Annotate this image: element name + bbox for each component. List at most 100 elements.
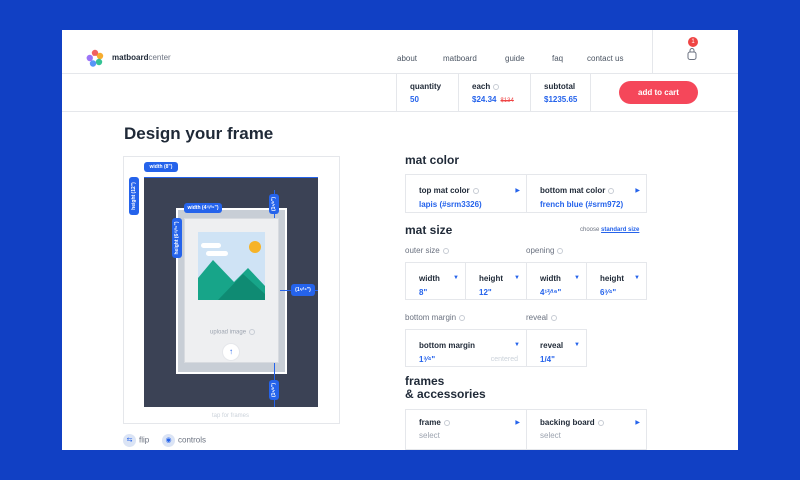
chevron-right-icon: ▶ — [635, 420, 640, 426]
shopping-bag-icon[interactable] — [687, 47, 697, 61]
top-nav: matboardcenter about matboard guide faq … — [62, 30, 738, 74]
margin-bottom-tag[interactable]: (1⁵⁄⁸") — [269, 380, 279, 400]
chevron-down-icon: ▼ — [574, 275, 580, 281]
top-mat-color-select[interactable]: top mat color lapis (#srm3326) ▶ — [406, 175, 527, 212]
outer-height-value: 12" — [479, 288, 492, 297]
bottom-margin-value: 1³⁄⁴" — [419, 355, 436, 364]
nav-matboard[interactable]: matboard — [443, 54, 477, 63]
opening-height-label: height — [600, 274, 624, 283]
info-icon[interactable] — [550, 314, 557, 321]
width-opening-tag[interactable]: width (4¹²⁄¹⁶") — [184, 203, 222, 213]
reveal-value: 1/4" — [540, 355, 555, 364]
brand-name[interactable]: matboardcenter — [112, 53, 171, 62]
info-icon[interactable] — [249, 329, 256, 335]
cart-count-badge: 1 — [688, 37, 698, 47]
opening-height-select[interactable]: height 6³⁄⁴" ▼ — [587, 263, 646, 299]
reveal-select[interactable]: reveal 1/4" ▼ — [527, 330, 586, 366]
backing-board-label: backing board — [540, 418, 604, 427]
upload-image-label: upload image — [210, 329, 256, 336]
outer-width-select[interactable]: width 8" ▼ — [406, 263, 466, 299]
frames-accessories-heading: frames & accessories — [405, 374, 486, 401]
mat-color-heading: mat color — [405, 153, 460, 167]
margin-reveal-box: bottom margin 1³⁄⁴" centered ▼ reveal 1/… — [405, 329, 587, 367]
opening-width-select[interactable]: width 4¹²⁄¹⁶" ▼ — [527, 263, 587, 299]
info-icon[interactable] — [493, 83, 500, 90]
chevron-down-icon: ▼ — [514, 342, 520, 348]
each-cell: each $24.34 $134 — [458, 74, 530, 112]
eye-icon: ◉ — [162, 434, 175, 447]
outer-width-value: 8" — [419, 288, 428, 297]
upload-image-button[interactable]: ↑ — [222, 343, 240, 361]
chevron-right-icon: ▶ — [515, 420, 520, 426]
width-guide-line — [144, 177, 318, 178]
top-mat-color-label: top mat color — [419, 186, 479, 195]
top-mat-color-value: lapis (#srm3326) — [419, 200, 482, 209]
quantity-value[interactable]: 50 — [410, 95, 419, 104]
info-icon[interactable] — [557, 247, 564, 254]
frames-tip: tap for frames — [212, 413, 250, 419]
chevron-down-icon: ▼ — [634, 275, 640, 281]
choose-standard-size: choose standard size — [580, 227, 640, 233]
each-label: each — [472, 82, 500, 91]
nav-about[interactable]: about — [397, 54, 417, 63]
controls-button[interactable]: ◉ controls — [162, 434, 206, 448]
subtotal-label: subtotal — [544, 82, 576, 91]
each-old-price: $134 — [500, 98, 514, 104]
chevron-right-icon: ▶ — [635, 188, 640, 194]
standard-size-link[interactable]: standard size — [601, 227, 639, 233]
outer-size-label: outer size — [405, 246, 449, 255]
quantity-label: quantity — [410, 82, 442, 91]
nav-divider — [652, 30, 653, 74]
chevron-down-icon: ▼ — [453, 275, 459, 281]
each-value: $24.34 $134 — [472, 95, 514, 104]
subtotal-cell: subtotal $1235.65 — [530, 74, 610, 112]
flip-button[interactable]: ⇆ flip — [123, 434, 149, 448]
bottom-margin-select[interactable]: bottom margin 1³⁄⁴" centered ▼ — [406, 330, 527, 366]
nav-contact-us[interactable]: contact us — [587, 54, 623, 63]
add-to-cart-button[interactable]: add to cart — [619, 81, 698, 104]
frames-box: frame select ▶ backing board select ▶ — [405, 409, 647, 450]
chevron-down-icon: ▼ — [574, 342, 580, 348]
reveal-label: reveal — [540, 341, 564, 350]
info-icon[interactable] — [443, 419, 450, 426]
info-icon[interactable] — [442, 247, 449, 254]
margin-side-tag[interactable]: (1⁵⁄¹⁶") — [291, 284, 315, 296]
mat-size-heading: mat size — [405, 223, 453, 237]
page-title: Design your frame — [124, 124, 274, 143]
nav-guide[interactable]: guide — [505, 54, 525, 63]
subtotal-value: $1235.65 — [544, 95, 578, 104]
height-outer-tag[interactable]: height (12") — [129, 177, 139, 215]
nav-faq[interactable]: faq — [552, 54, 563, 63]
mat-color-box: top mat color lapis (#srm3326) ▶ bottom … — [405, 174, 647, 213]
bottom-mat-color-select[interactable]: bottom mat color french blue (#srm972) ▶ — [527, 175, 646, 212]
opening-width-label: width — [540, 274, 561, 283]
app-window: matboardcenter about matboard guide faq … — [62, 30, 738, 450]
info-icon[interactable] — [597, 419, 604, 426]
frame-select[interactable]: frame select ▶ — [406, 410, 527, 449]
order-divider — [590, 74, 591, 112]
bottom-mat-color-label: bottom mat color — [540, 186, 615, 195]
size-box: width 8" ▼ height 12" ▼ width 4¹²⁄¹⁶" ▼ … — [405, 262, 647, 300]
image-placeholder-icon — [198, 232, 265, 300]
backing-board-select[interactable]: backing board select ▶ — [527, 410, 646, 449]
bottom-mat-color-value: french blue (#srm972) — [540, 200, 624, 209]
matboardcenter-logo-icon[interactable] — [86, 49, 104, 67]
chevron-down-icon: ▼ — [514, 275, 520, 281]
quantity-cell[interactable]: quantity 50 — [396, 74, 458, 112]
info-icon[interactable] — [472, 187, 479, 194]
info-icon[interactable] — [459, 314, 466, 321]
opening-label: opening — [526, 246, 564, 255]
flip-icon: ⇆ — [123, 434, 136, 447]
height-opening-tag[interactable]: height (6¹²⁄¹⁶") — [172, 218, 182, 258]
outer-height-select[interactable]: height 12" ▼ — [466, 263, 527, 299]
width-outer-tag[interactable]: width (8") — [144, 162, 178, 172]
outer-width-label: width — [419, 274, 440, 283]
frame-label: frame — [419, 418, 450, 427]
outer-height-label: height — [479, 274, 503, 283]
margin-top-tag[interactable]: (1⁵⁄⁸") — [269, 194, 279, 214]
chevron-right-icon: ▶ — [515, 188, 520, 194]
info-icon[interactable] — [608, 187, 615, 194]
opening-height-value: 6³⁄⁴" — [600, 288, 617, 297]
reveal-section-label: reveal — [526, 313, 557, 322]
opening-width-value: 4¹²⁄¹⁶" — [540, 288, 562, 297]
